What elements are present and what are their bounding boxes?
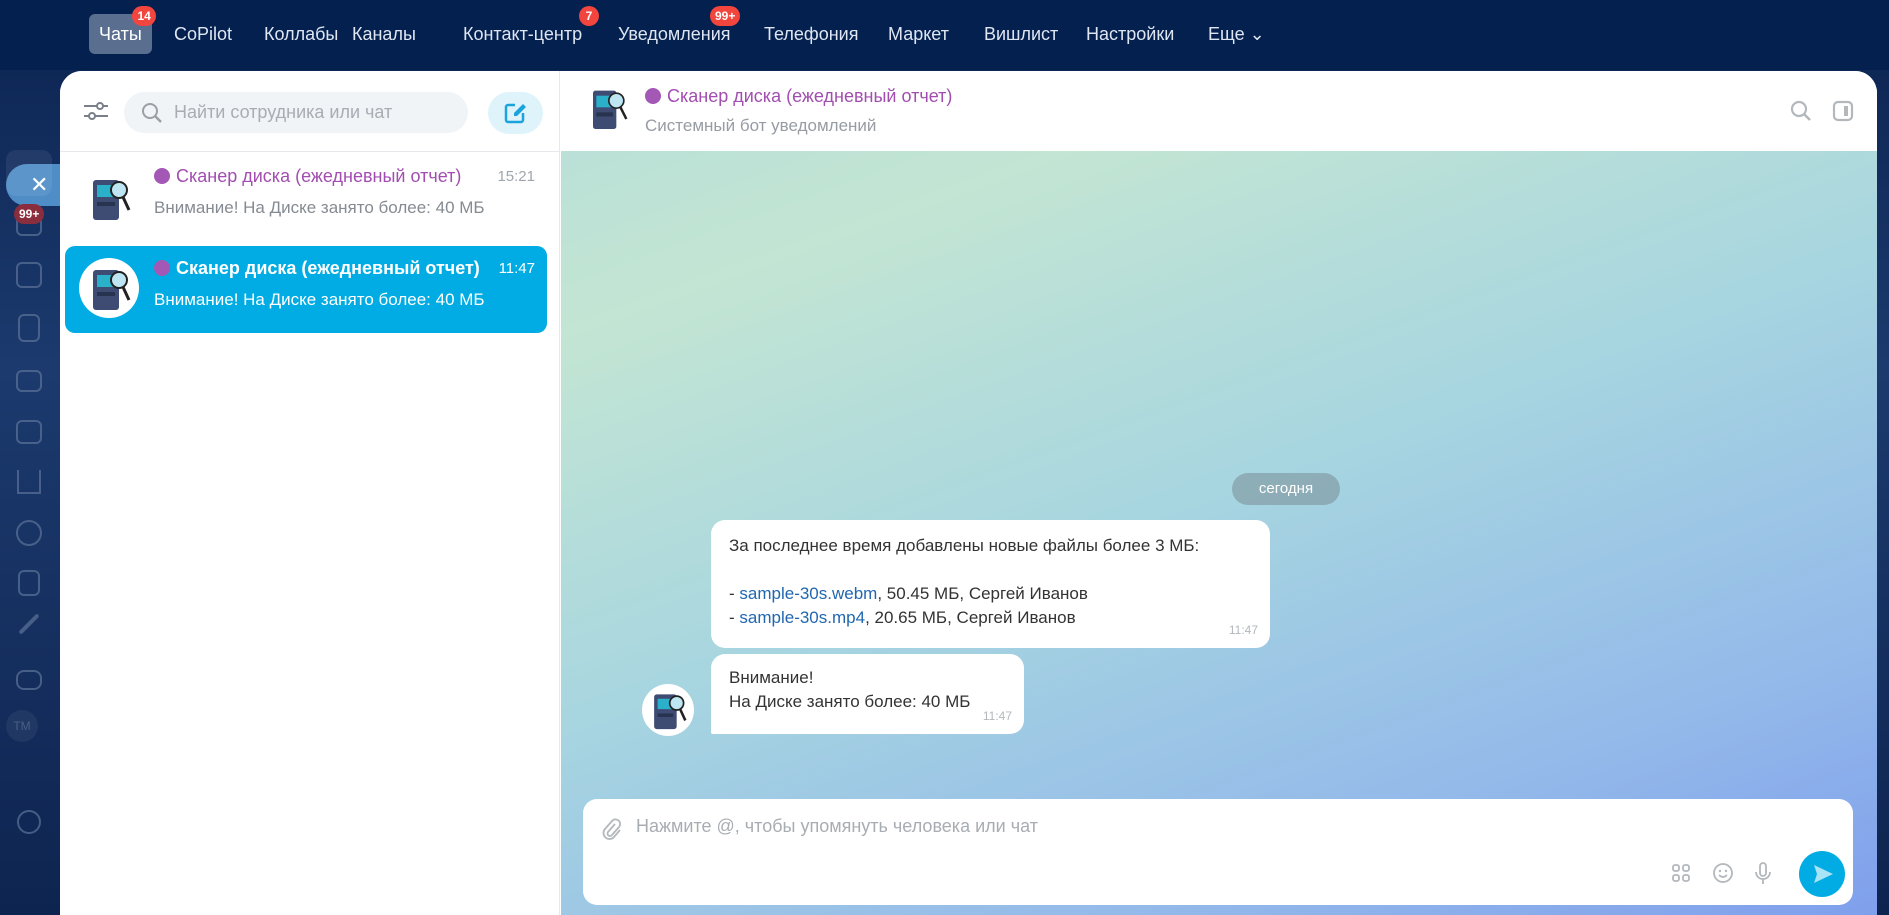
robot-avatar[interactable] [642, 684, 694, 736]
search-icon[interactable] [1789, 99, 1813, 123]
bot-icon [645, 88, 661, 104]
chart-icon[interactable] [17, 470, 41, 494]
left-rail: ✕ 99+ TM [0, 70, 86, 915]
tab-channels[interactable]: Каналы [342, 14, 426, 54]
tab-wishlist[interactable]: Вишлист [974, 14, 1068, 54]
search-placeholder: Найти сотрудника или чат [174, 102, 393, 122]
messenger-panel: Найти сотрудника или чат Сканер диска (е… [60, 71, 1877, 915]
signature-icon[interactable] [18, 613, 40, 635]
chat-window: Сканер диска (ежедневный отчет) Системны… [561, 71, 1877, 915]
chats-badge: 14 [132, 6, 156, 26]
robot-avatar [79, 258, 139, 318]
presentation-icon[interactable] [16, 370, 42, 392]
tab-copilot[interactable]: CoPilot [164, 14, 242, 54]
tab-telephony[interactable]: Телефония [754, 14, 868, 54]
tasks-badge: 99+ [14, 204, 45, 224]
chat-title: Сканер диска (ежедневный отчет) [154, 166, 461, 187]
file-link[interactable]: sample-30s.mp4 [739, 608, 865, 627]
document-icon[interactable] [18, 314, 40, 342]
new-chat-button[interactable] [488, 92, 543, 134]
message-input[interactable]: Нажмите @, чтобы упомянуть человека или … [583, 799, 1853, 905]
tab-chats[interactable]: Чаты 14 [89, 6, 156, 54]
tab-contact-center[interactable]: Контакт-центр 7 [453, 6, 599, 54]
sidebar-toggle-icon[interactable] [1831, 99, 1855, 123]
tab-collabs[interactable]: Коллабы [254, 14, 348, 54]
chat-list-item[interactable]: Сканер диска (ежедневный отчет) 15:21 Вн… [65, 154, 547, 241]
tab-label: Чаты [99, 24, 142, 44]
chat-header: Сканер диска (ежедневный отчет) Системны… [561, 71, 1877, 151]
tm-avatar[interactable]: TM [6, 710, 38, 742]
microphone-icon[interactable] [1752, 861, 1774, 885]
message-time: 11:47 [1228, 623, 1258, 637]
notifications-badge: 99+ [710, 6, 741, 26]
message-text: Внимание! [729, 668, 814, 687]
attach-icon[interactable] [601, 817, 621, 841]
top-navigation: Чаты 14 CoPilot Коллабы Каналы Контакт-це… [0, 0, 1889, 70]
tab-settings[interactable]: Настройки [1076, 14, 1184, 54]
message-bubble: Внимание! На Диске занято более: 40 МБ 1… [711, 654, 1024, 734]
chat-last-message: Внимание! На Диске занято более: 40 МБ [154, 198, 485, 217]
tab-label: Уведомления [618, 24, 731, 44]
contact-center-badge: 7 [579, 6, 599, 26]
search-icon [142, 103, 162, 123]
drive-icon[interactable] [16, 262, 42, 288]
chat-title-text: Сканер диска (ежедневный отчет) [667, 86, 953, 106]
gear-icon[interactable] [17, 810, 41, 834]
tab-label: Контакт-центр [463, 24, 583, 44]
compose-icon [504, 103, 526, 124]
chat-title: Сканер диска (ежедневный отчет) [154, 258, 480, 279]
chat-title-text: Сканер диска (ежедневный отчет) [176, 258, 480, 278]
divider [60, 151, 560, 152]
search-input[interactable]: Найти сотрудника или чат [124, 92, 468, 133]
chat-title-text: Сканер диска (ежедневный отчет) [176, 166, 462, 186]
chat-list: Найти сотрудника или чат Сканер диска (е… [60, 71, 560, 915]
bot-icon[interactable] [16, 670, 42, 690]
robot-avatar[interactable] [583, 84, 633, 134]
chat-time: 15:21 [497, 168, 535, 185]
file-link[interactable]: sample-30s.webm [739, 584, 877, 603]
hexagon-icon[interactable] [16, 520, 42, 546]
message-time: 11:47 [982, 709, 1012, 723]
edit-document-icon[interactable] [18, 570, 40, 596]
message-placeholder: Нажмите @, чтобы упомянуть человека или … [636, 816, 1038, 836]
chat-last-message: Внимание! На Диске занято более: 40 МБ [154, 290, 485, 309]
tab-market[interactable]: Маркет [878, 14, 959, 54]
bot-icon [154, 260, 170, 276]
send-button[interactable] [1799, 851, 1845, 897]
date-divider: сегодня [1232, 473, 1340, 505]
message-text: На Диске занято более: 40 МБ [729, 692, 971, 711]
chat-time: 11:47 [498, 260, 535, 277]
emoji-icon[interactable] [1712, 861, 1734, 885]
calendar-icon[interactable] [16, 420, 42, 444]
chat-title[interactable]: Сканер диска (ежедневный отчет) [645, 86, 952, 107]
chat-list-item-selected[interactable]: Сканер диска (ежедневный отчет) 11:47 Вн… [65, 246, 547, 333]
message-bubble: За последнее время добавлены новые файлы… [711, 520, 1270, 648]
tab-more[interactable]: Еще ⌄ [1198, 14, 1275, 54]
file-line: - sample-30s.mp4, 20.65 МБ, Сергей Ивано… [729, 608, 1076, 627]
filter-icon[interactable] [82, 99, 110, 123]
file-line: - sample-30s.webm, 50.45 МБ, Сергей Иван… [729, 584, 1088, 603]
feed-icon[interactable] [6, 150, 52, 196]
apps-icon[interactable] [1670, 861, 1692, 885]
tab-notifications[interactable]: Уведомления 99+ [608, 6, 741, 54]
bot-icon [154, 168, 170, 184]
chat-subtitle: Системный бот уведомлений [645, 116, 877, 135]
message-text: За последнее время добавлены новые файлы… [729, 536, 1200, 555]
send-icon [1814, 865, 1833, 883]
robot-avatar [79, 168, 139, 228]
